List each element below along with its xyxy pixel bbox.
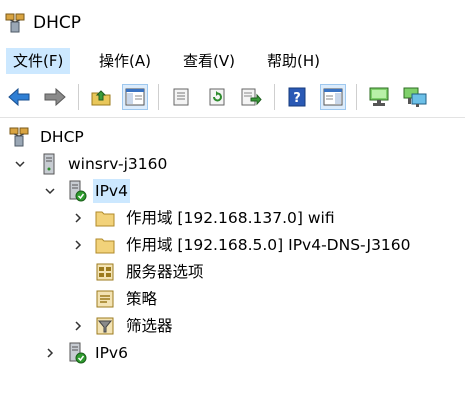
chevron-down-icon[interactable] <box>14 158 26 170</box>
chevron-right-icon[interactable] <box>44 347 56 359</box>
show-hide-action-pane-button[interactable] <box>320 84 346 110</box>
dhcp-icon <box>9 127 29 147</box>
title-bar: DHCP <box>0 0 465 46</box>
export-list-icon <box>241 88 262 106</box>
folder-icon <box>95 238 115 254</box>
show-hide-tree-button[interactable] <box>122 84 148 110</box>
server-unauthorize-icon <box>403 87 427 107</box>
up-folder-icon <box>91 90 111 106</box>
filter-icon <box>96 317 114 335</box>
back-icon <box>8 87 30 107</box>
tree-item-policies[interactable]: 策略 <box>0 286 465 312</box>
tree-label-server-options: 服务器选项 <box>126 263 204 281</box>
forward-button[interactable] <box>42 84 68 110</box>
tree-label-scope-wifi: 作用域 [192.168.137.0] wifi <box>126 209 335 227</box>
server-authorize-icon <box>369 87 389 106</box>
back-button[interactable] <box>6 84 32 110</box>
menu-help[interactable]: 帮助(H) <box>260 48 327 74</box>
dhcp-app-icon <box>5 13 25 33</box>
tree-item-server[interactable]: winsrv-j3160 <box>0 151 465 177</box>
help-icon: ? <box>288 87 306 107</box>
show-hide-action-pane-icon <box>323 88 343 106</box>
tree-label-dhcp: DHCP <box>40 128 84 146</box>
svg-text:?: ? <box>293 91 301 106</box>
tree-label-policies: 策略 <box>126 290 158 308</box>
refresh-icon <box>209 88 225 106</box>
ipv4-server-check-icon <box>69 180 87 202</box>
menu-view[interactable]: 查看(V) <box>176 48 242 74</box>
chevron-down-icon[interactable] <box>44 185 56 197</box>
folder-icon <box>95 211 115 227</box>
refresh-button[interactable] <box>204 84 230 110</box>
server-options-icon <box>96 263 114 281</box>
console-tree: DHCP winsrv-j3160 IPv4 作用域 [192.168.137.… <box>0 119 465 408</box>
tree-label-server: winsrv-j3160 <box>68 155 168 173</box>
show-hide-tree-icon <box>125 88 145 106</box>
tree-label-filters: 筛选器 <box>126 317 173 335</box>
unauthorize-server-button[interactable] <box>402 84 428 110</box>
tree-item-dhcp[interactable]: DHCP <box>0 124 465 150</box>
export-list-button[interactable] <box>238 84 264 110</box>
tree-item-server-options[interactable]: 服务器选项 <box>0 259 465 285</box>
policy-icon <box>96 290 114 308</box>
tree-label-ipv6: IPv6 <box>95 344 128 362</box>
tree-item-filters[interactable]: 筛选器 <box>0 313 465 339</box>
tree-item-scope-wifi[interactable]: 作用域 [192.168.137.0] wifi <box>0 205 465 231</box>
tree-item-scope-dns[interactable]: 作用域 [192.168.5.0] IPv4-DNS-J3160 <box>0 232 465 258</box>
tree-label-ipv4: IPv4 <box>93 179 130 203</box>
server-icon <box>43 153 55 175</box>
tree-label-scope-dns: 作用域 [192.168.5.0] IPv4-DNS-J3160 <box>126 236 411 254</box>
ipv6-server-check-icon <box>69 342 87 364</box>
authorize-server-button[interactable] <box>366 84 392 110</box>
forward-icon <box>44 87 66 107</box>
menu-action[interactable]: 操作(A) <box>92 48 158 74</box>
tree-item-ipv4[interactable]: IPv4 <box>0 178 465 204</box>
tree-item-ipv6[interactable]: IPv6 <box>0 340 465 366</box>
menu-file[interactable]: 文件(F) <box>6 48 71 74</box>
up-one-level-button[interactable] <box>88 84 114 110</box>
window-title: DHCP <box>33 13 81 33</box>
chevron-right-icon[interactable] <box>72 239 84 251</box>
properties-icon <box>173 88 189 106</box>
chevron-right-icon[interactable] <box>72 212 84 224</box>
menu-bar: 文件(F) 操作(A) 查看(V) 帮助(H) <box>0 46 465 76</box>
properties-button[interactable] <box>168 84 194 110</box>
toolbar: ? <box>0 76 465 118</box>
chevron-right-icon[interactable] <box>72 320 84 332</box>
help-button[interactable]: ? <box>284 84 310 110</box>
